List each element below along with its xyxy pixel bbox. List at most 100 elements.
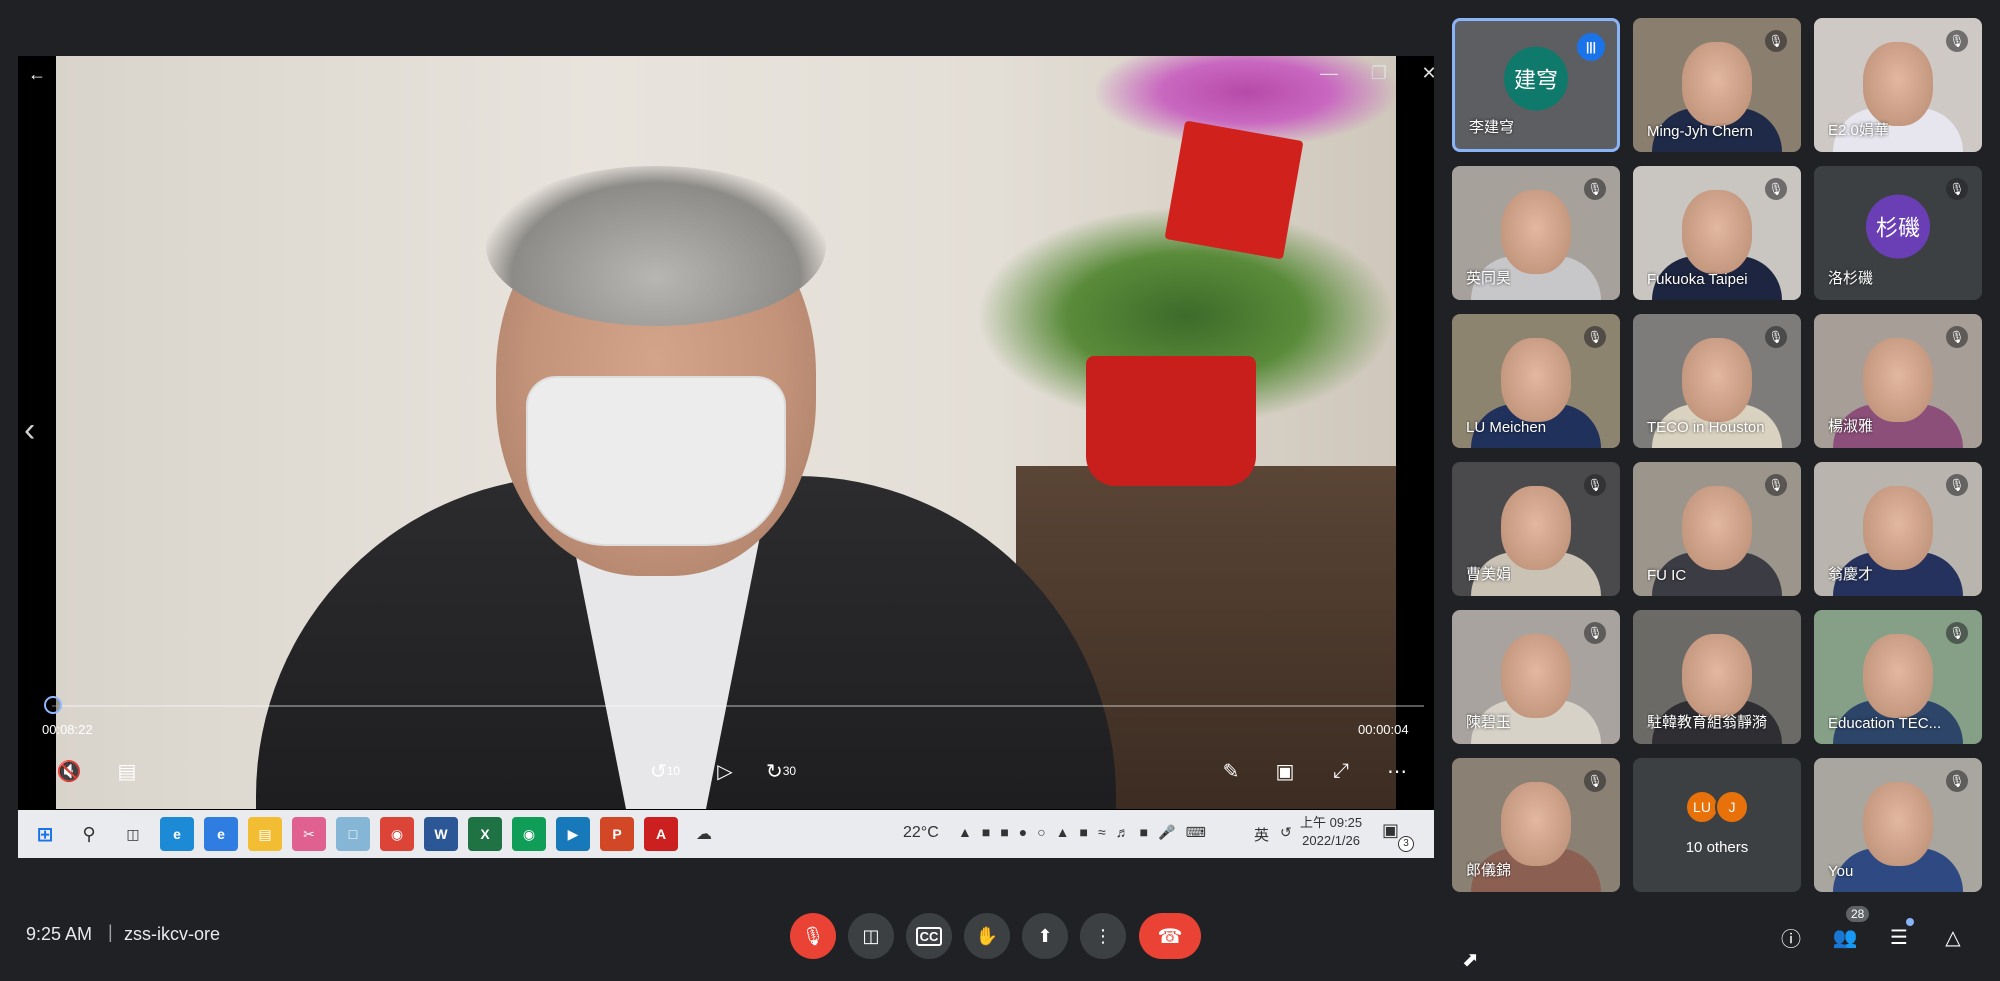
participant-tile[interactable]: 陳碧玉 🎙 [1452, 610, 1620, 744]
ie-icon[interactable]: e [204, 817, 238, 851]
ime-indicator[interactable]: 英 [1254, 824, 1269, 845]
participant-tile[interactable]: Fukuoka Taipei 🎙 [1633, 166, 1801, 300]
mic-off-button[interactable]: 🎙 [790, 913, 836, 959]
participant-tile[interactable]: 翁慶才 🎙 [1814, 462, 1982, 596]
powerpoint-icon[interactable]: P [600, 817, 634, 851]
excel-icon[interactable]: X [468, 817, 502, 851]
taskbar-clock[interactable]: 上午 09:25 2022/1/26 [1300, 814, 1362, 850]
mini-player-icon[interactable]: ▣ [1268, 754, 1302, 788]
meeting-info-icon[interactable]: ⓘ [1774, 920, 1808, 954]
participant-video-face [1682, 634, 1752, 718]
people-icon[interactable]: 👥 [1828, 920, 1862, 954]
participant-video-face [1682, 338, 1752, 422]
skip-back-label: 10 [666, 764, 681, 778]
participant-video-face [1863, 486, 1933, 570]
participant-name: Fukuoka Taipei [1647, 271, 1748, 288]
participant-tile[interactable]: You 🎙 [1814, 758, 1982, 892]
windows-start-icon[interactable]: ⊞ [28, 817, 62, 851]
chevron-left-icon[interactable]: ‹ [24, 411, 35, 450]
presented-video [56, 56, 1396, 809]
meeting-separator: | [108, 922, 113, 942]
chrome-icon[interactable]: ◉ [380, 817, 414, 851]
ime-mode-icon[interactable]: ↺ [1280, 824, 1292, 841]
camera-icon: ◫ [862, 925, 880, 946]
mic-off-icon: 🎙 [1765, 178, 1787, 200]
more-options-button[interactable]: ⋮ [1080, 913, 1126, 959]
participant-name: LU Meichen [1466, 419, 1547, 436]
mic-off-icon: 🎙 [1946, 326, 1968, 348]
participant-tile[interactable]: 楊淑雅 🎙 [1814, 314, 1982, 448]
mic-off-icon: 🎙 [1946, 474, 1968, 496]
search-icon[interactable]: ⚲ [72, 817, 106, 851]
edge-icon[interactable]: e [160, 817, 194, 851]
participant-name: 翁慶才 [1828, 566, 1874, 583]
participant-name: 陳碧玉 [1466, 714, 1512, 731]
play-icon[interactable]: ▷ [708, 754, 742, 788]
participant-tile[interactable]: 杉磯 洛杉磯 🎙 [1814, 166, 1982, 300]
system-tray-icons[interactable]: ▲■■●○▲■≈♬■🎤⌨ [958, 824, 1216, 841]
participant-tile[interactable]: 曹美娟 🎙 [1452, 462, 1620, 596]
end-call-button[interactable]: ☎ [1139, 913, 1201, 959]
raise-hand-button[interactable]: ✋ [964, 913, 1010, 959]
participant-tile[interactable]: 建穹 李建穹 ||| [1452, 18, 1620, 152]
participant-tile[interactable]: LU Meichen 🎙 [1452, 314, 1620, 448]
participant-tile[interactable]: 英同昊 🎙 [1452, 166, 1620, 300]
acrobat-icon[interactable]: A [644, 817, 678, 851]
snip-icon[interactable]: ✂ [292, 817, 326, 851]
seek-handle[interactable] [44, 696, 62, 714]
participant-tile[interactable]: Ming-Jyh Chern 🎙 [1633, 18, 1801, 152]
avatar: 建穹 [1504, 46, 1568, 111]
seek-bar[interactable] [52, 705, 1424, 707]
camera-button[interactable]: ◫ [848, 913, 894, 959]
back-arrow-icon[interactable]: ← [28, 64, 46, 85]
hand-icon: ✋ [975, 925, 999, 946]
skip-back-button[interactable]: ↺ 10 [648, 754, 682, 788]
avatar: J [1715, 790, 1749, 824]
skip-forward-button[interactable]: ↻ 30 [764, 754, 798, 788]
notification-icon[interactable]: ▣ [1382, 820, 1399, 841]
task-view-icon[interactable]: ◫ [116, 817, 150, 851]
notification-badge: 3 [1398, 836, 1414, 852]
close-icon[interactable]: ✕ [1404, 56, 1434, 90]
participant-tile[interactable]: TECO in Houston 🎙 [1633, 314, 1801, 448]
activities-icon[interactable]: △ [1936, 920, 1970, 954]
mic-off-icon: 🎙 [801, 925, 825, 946]
weather-temperature[interactable]: 22°C [903, 824, 939, 842]
file-explorer-icon[interactable]: ▤ [248, 817, 282, 851]
others-label: 10 others [1685, 839, 1749, 856]
minimize-icon[interactable]: — [1304, 56, 1354, 90]
restore-icon[interactable]: ❐ [1354, 56, 1404, 90]
participant-name: Ming-Jyh Chern [1647, 123, 1753, 140]
weather-icon[interactable]: ☁ [696, 824, 712, 844]
mute-icon[interactable]: 🔇 [52, 754, 86, 788]
cc-icon: CC [915, 926, 943, 946]
present-button[interactable]: ⬆ [1022, 913, 1068, 959]
pen-icon[interactable]: ✎ [1214, 754, 1248, 788]
participant-video-face [1501, 634, 1571, 718]
participant-name: 洛杉磯 [1828, 270, 1874, 287]
captions-icon[interactable]: ▤ [110, 754, 144, 788]
more-options-icon[interactable]: ⋯ [1380, 754, 1414, 788]
mic-off-icon: 🎙 [1946, 770, 1968, 792]
current-time: 00:08:22 [42, 722, 93, 737]
app-icon[interactable]: □ [336, 817, 370, 851]
participant-tile[interactable]: Education TEC... 🎙 [1814, 610, 1982, 744]
participant-video-face [1863, 782, 1933, 866]
participant-tile[interactable]: 駐韓教育組翁靜漪 [1633, 610, 1801, 744]
participant-tile[interactable]: 郎儀錦 🎙 [1452, 758, 1620, 892]
participant-name: E2.0娟華 [1828, 122, 1889, 139]
word-icon[interactable]: W [424, 817, 458, 851]
participant-tile[interactable]: FU IC 🎙 [1633, 462, 1801, 596]
mic-off-icon: 🎙 [1584, 178, 1606, 200]
media-player-icon[interactable]: ▶ [556, 817, 590, 851]
captions-button[interactable]: CC [906, 913, 952, 959]
participant-tile[interactable]: LU J 10 others [1633, 758, 1801, 892]
chat-unread-dot [1906, 918, 1914, 926]
speaker-mask [526, 376, 786, 546]
participant-video-face [1863, 338, 1933, 422]
presentation-window[interactable]: ← — ❐ ✕ ‹ 00:08:22 00:00:04 🔇 ▤ ↺ 10 ▷ ↻ 3… [18, 56, 1434, 858]
participant-tile[interactable]: E2.0娟華 🎙 [1814, 18, 1982, 152]
chrome-profile-icon[interactable]: ◉ [512, 817, 546, 851]
fullscreen-icon[interactable]: ⤢ [1324, 754, 1358, 788]
participant-video-face [1682, 486, 1752, 570]
